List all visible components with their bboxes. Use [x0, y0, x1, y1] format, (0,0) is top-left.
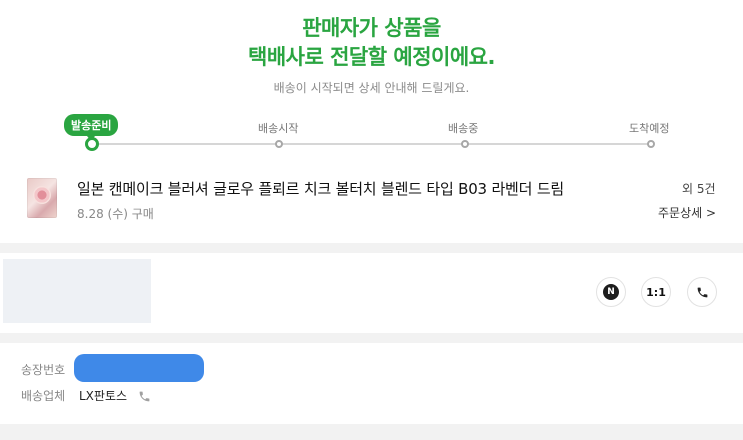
- carrier-label: 배송업체: [21, 389, 66, 403]
- step-label-in-transit: 배송중: [448, 122, 479, 135]
- carrier-call-button[interactable]: [138, 388, 151, 407]
- blush-compact-image: [33, 186, 51, 204]
- purchase-date: 8.28 (수) 구매: [77, 207, 154, 221]
- progress-track: [92, 143, 650, 145]
- call-seller-button[interactable]: [687, 277, 717, 307]
- tracking-number-label: 송장번호: [21, 363, 66, 377]
- delivery-progress: 발송준비 배송시작 배송중 도착예정: [0, 108, 743, 158]
- current-step-badge: 발송준비: [64, 114, 119, 141]
- bottom-divider: [0, 424, 743, 440]
- carrier-name: LX판토스: [79, 389, 128, 403]
- headline-subtitle: 배송이 시작되면 상세 안내해 드릴게요.: [273, 81, 470, 95]
- order-detail-link[interactable]: 주문상세 >: [658, 204, 716, 221]
- product-thumbnail[interactable]: [27, 178, 57, 218]
- section-divider: [0, 243, 743, 253]
- additional-items-count: 외 5건: [682, 182, 716, 196]
- one-to-one-inquiry-button[interactable]: 1:1: [641, 277, 671, 307]
- tracking-number-redacted: [74, 354, 204, 382]
- progress-dot-in-transit: [461, 140, 469, 148]
- step-label-arrival: 도착예정: [629, 122, 670, 135]
- one-to-one-label: 1:1: [646, 285, 666, 299]
- step-label-shipping-start: 배송시작: [258, 122, 299, 135]
- headline-line-1: 판매자가 상품을: [302, 16, 441, 40]
- progress-dot-ready: [85, 137, 99, 151]
- phone-icon: [697, 287, 707, 297]
- naver-talk-button[interactable]: N: [596, 277, 626, 307]
- order-product-row[interactable]: 일본 캔메이크 블러셔 글로우 플뢰르 치크 볼터치 블렌드 타입 B03 라벤…: [0, 170, 743, 230]
- progress-dot-arrival: [647, 140, 655, 148]
- naver-talk-icon: N: [603, 284, 619, 300]
- progress-dot-shipping-start: [275, 140, 283, 148]
- headline-line-2: 택배사로 전달할 예정이에요.: [248, 45, 495, 69]
- section-divider-2: [0, 333, 743, 343]
- seller-image-redacted: [3, 259, 151, 323]
- product-name[interactable]: 일본 캔메이크 블러셔 글로우 플뢰르 치크 볼터치 블렌드 타입 B03 라벤…: [77, 178, 564, 199]
- phone-icon: [139, 391, 150, 402]
